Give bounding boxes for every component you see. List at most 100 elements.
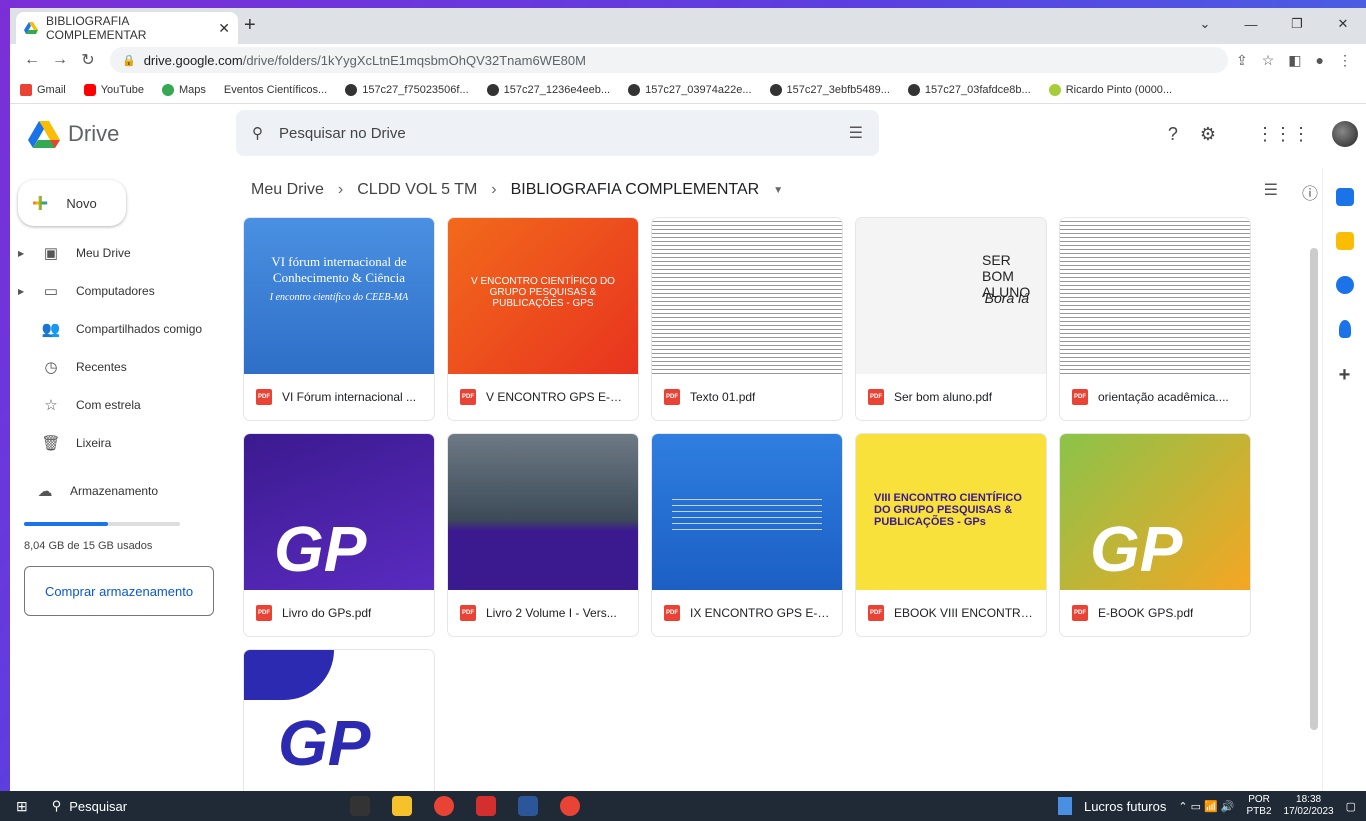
file-card[interactable]: GP PDF E-BOOK GPS.pdf	[1060, 434, 1250, 636]
maximize-icon[interactable]: ❐	[1274, 8, 1320, 40]
tab-search-icon[interactable]: ⌄	[1182, 8, 1228, 40]
bookmark-youtube[interactable]: YouTube	[83, 83, 144, 96]
notification-icon[interactable]: ▢	[1346, 800, 1356, 813]
language-indicator[interactable]: POR PTB2	[1247, 794, 1272, 818]
file-card[interactable]: VIII ENCONTRO CIENTÍFICO DO GRUPO PESQUI…	[856, 434, 1046, 636]
sidebar-item-meu-drive[interactable]: ▶ ▣ Meu Drive	[10, 234, 236, 272]
file-card[interactable]: V ENCONTRO CIENTÍFICO DO GRUPO PESQUISAS…	[448, 218, 638, 420]
reload-icon[interactable]: ↻	[74, 50, 102, 70]
share-icon[interactable]: ⇪	[1236, 52, 1248, 69]
file-thumbnail: VIII ENCONTRO CIENTÍFICO DO GRUPO PESQUI…	[856, 434, 1046, 590]
minimize-icon[interactable]: —	[1228, 8, 1274, 40]
menu-icon[interactable]: ⋮	[1338, 52, 1352, 69]
bookmark-5[interactable]: 157c27_03fafdce8b...	[907, 83, 1031, 96]
file-card[interactable]: VI fórum internacional de Conhecimento &…	[244, 218, 434, 420]
list-view-icon[interactable]: ☰	[1264, 180, 1278, 204]
file-explorer-icon[interactable]	[391, 796, 412, 816]
news-icon[interactable]	[1057, 797, 1072, 815]
taskbar-search[interactable]: ⚲ Pesquisar	[40, 798, 240, 814]
profile-icon[interactable]: ●	[1316, 52, 1324, 69]
help-icon[interactable]: ?	[1168, 124, 1178, 145]
info-icon[interactable]: ⓘ	[1302, 180, 1318, 204]
buy-storage-button[interactable]: Comprar armazenamento	[24, 566, 214, 616]
file-card[interactable]: PDF Livro 2 Volume I - Vers...	[448, 434, 638, 636]
file-card[interactable]: PDF IX ENCONTRO GPS E-B...	[652, 434, 842, 636]
bookmark-4[interactable]: 157c27_3ebfb5489...	[769, 83, 890, 96]
gmail-icon	[20, 83, 32, 96]
new-tab-icon[interactable]: +	[244, 14, 256, 37]
bookmark-maps[interactable]: Maps	[161, 83, 206, 96]
sidebar-item-recentes[interactable]: ◷ Recentes	[10, 348, 236, 386]
file-thumbnail: GP	[244, 650, 434, 791]
weather-text[interactable]: Lucros futuros	[1084, 799, 1166, 814]
pdf-icon: PDF	[256, 389, 272, 405]
drive-search-box[interactable]: ⚲ Pesquisar no Drive ☰	[236, 110, 879, 156]
sidebar-item-armazenamento[interactable]: ☁ Armazenamento	[18, 472, 236, 510]
file-grid: VI fórum internacional de Conhecimento &…	[244, 218, 1250, 791]
apps-grid-icon[interactable]: ⋮⋮⋮	[1256, 124, 1310, 145]
calendar-icon[interactable]	[1335, 188, 1354, 206]
breadcrumb-current[interactable]: BIBLIOGRAFIA COMPLEMENTAR	[511, 181, 760, 199]
file-card[interactable]: SER BOM ALUNO 'Bora lá PDF Ser bom aluno.…	[856, 218, 1046, 420]
back-icon[interactable]: ←	[18, 51, 46, 69]
address-bar: ← → ↻ 🔒 drive.google.com/drive/folders/1…	[10, 44, 1366, 76]
tab-strip: BIBLIOGRAFIA COMPLEMENTAR ✕ + ⌄ — ❐ ✕	[10, 8, 1366, 44]
bookmark-3[interactable]: 157c27_03974a22e...	[628, 83, 752, 96]
bookmark-star-icon[interactable]: ☆	[1262, 52, 1275, 69]
browser-window: BIBLIOGRAFIA COMPLEMENTAR ✕ + ⌄ — ❐ ✕ ← …	[10, 8, 1366, 791]
contacts-icon[interactable]	[1338, 320, 1351, 338]
new-button[interactable]: + Novo	[18, 180, 126, 226]
breadcrumb-meu-drive[interactable]: Meu Drive	[251, 181, 324, 199]
forward-icon[interactable]: →	[46, 51, 74, 69]
orcid-icon	[1048, 83, 1061, 96]
search-options-icon[interactable]: ☰	[849, 123, 863, 143]
dropdown-arrow-icon[interactable]: ▼	[773, 185, 783, 196]
bookmark-1[interactable]: 157c27_f75023506f...	[345, 83, 469, 96]
tasks-icon[interactable]	[1335, 276, 1354, 294]
settings-gear-icon[interactable]: ⚙	[1200, 124, 1216, 145]
search-icon[interactable]: ⚲	[252, 124, 263, 142]
acrobat-icon[interactable]	[475, 796, 496, 816]
pdf-icon: PDF	[868, 389, 884, 405]
file-name: EBOOK VIII ENCONTRO...	[894, 606, 1034, 620]
account-avatar[interactable]	[1332, 121, 1358, 147]
file-card[interactable]: PDF Texto 01.pdf	[652, 218, 842, 420]
clock-icon: ◷	[44, 359, 58, 376]
scrollbar[interactable]	[1310, 248, 1318, 730]
sidebar-item-com-estrela[interactable]: ☆ Com estrela	[10, 386, 236, 424]
file-name: VI Fórum internacional ...	[282, 390, 417, 404]
drive-logo[interactable]: Drive	[28, 120, 119, 148]
side-panel-icon[interactable]: ◧	[1288, 52, 1301, 69]
chrome-icon[interactable]	[559, 796, 580, 816]
expand-icon[interactable]: ▶	[18, 287, 32, 296]
sidebar-item-lixeira[interactable]: 🗑 Lixeira	[10, 424, 236, 462]
url-field[interactable]: 🔒 drive.google.com/drive/folders/1kYygXc…	[110, 47, 1228, 73]
expand-icon[interactable]: ▶	[18, 249, 32, 258]
clock[interactable]: 18:38 17/02/2023	[1284, 794, 1334, 818]
file-card[interactable]: PDF orientação acadêmica....	[1060, 218, 1250, 420]
browser-tab[interactable]: BIBLIOGRAFIA COMPLEMENTAR ✕	[16, 12, 238, 44]
tab-title: BIBLIOGRAFIA COMPLEMENTAR	[46, 14, 147, 42]
drive-logo-icon	[28, 120, 60, 148]
file-thumbnail	[448, 434, 638, 590]
bookmark-gmail[interactable]: Gmail	[20, 83, 66, 96]
lock-icon[interactable]: 🔒	[122, 54, 136, 67]
windows-start-icon[interactable]: ⊞	[16, 798, 28, 815]
breadcrumb-cldd[interactable]: CLDD VOL 5 TM	[357, 181, 477, 199]
sidebar-item-compartilhados[interactable]: 👥 Compartilhados comigo	[10, 310, 236, 348]
bookmark-6[interactable]: Ricardo Pinto (0000...	[1048, 83, 1172, 96]
task-view-icon[interactable]	[349, 796, 370, 816]
file-card[interactable]: GP	[244, 650, 434, 791]
tray-icons[interactable]: ⌃ ▭ 📶 🔊	[1178, 800, 1234, 813]
close-tab-icon[interactable]: ✕	[218, 20, 230, 37]
pdf-icon: PDF	[460, 605, 476, 621]
word-icon[interactable]	[517, 796, 538, 816]
file-card[interactable]: GP PDF Livro do GPs.pdf	[244, 434, 434, 636]
sidebar-item-computadores[interactable]: ▶ ▭ Computadores	[10, 272, 236, 310]
keep-icon[interactable]	[1335, 232, 1354, 250]
close-window-icon[interactable]: ✕	[1320, 8, 1366, 40]
bookmark-2[interactable]: 157c27_1236e4eeb...	[486, 83, 610, 96]
add-addon-icon[interactable]: +	[1339, 364, 1351, 387]
chrome-icon[interactable]	[433, 796, 454, 816]
bookmark-eventos[interactable]: Eventos Científicos...	[224, 84, 327, 96]
